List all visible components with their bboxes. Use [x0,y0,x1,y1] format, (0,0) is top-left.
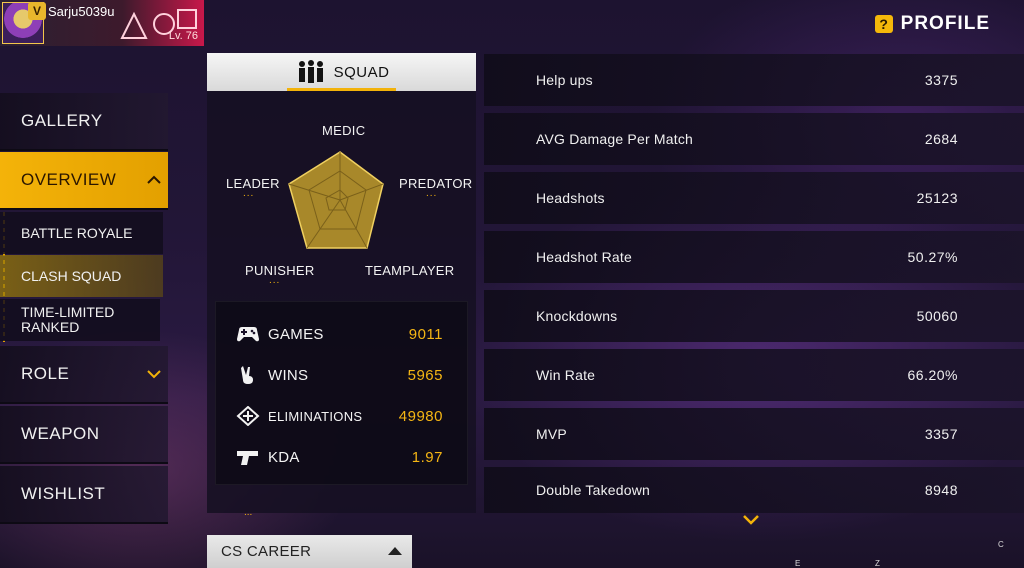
squad-icon [298,60,323,83]
detail-row-mvp: MVP 3357 [484,408,1024,460]
tab-squad[interactable]: SQUAD [207,53,476,91]
cs-career-toggle[interactable]: CS CAREER [207,535,412,568]
player-name: Sarju5039u [48,4,115,19]
radar-label-medic: MEDIC [322,123,366,138]
detail-label: Knockdowns [536,308,618,324]
submenu-item-clash-squad[interactable]: CLASH SQUAD [0,255,163,297]
radar-leader-dots: ... [243,188,255,199]
detail-value: 8948 [924,482,958,498]
corner-letter-e: E [795,559,801,568]
stat-row-games: GAMES 9011 [216,314,469,354]
detail-value: 3357 [924,426,958,442]
sidebar-item-label: GALLERY [21,111,103,130]
help-icon[interactable]: ? [874,15,893,33]
detail-value: 50060 [916,308,958,324]
chevron-up-icon [147,175,161,184]
detail-row-headshot-rate: Headshot Rate 50.27% [484,231,1024,283]
sidebar-item-gallery[interactable]: GALLERY [0,93,168,151]
eliminations-icon [236,406,260,426]
detail-row-knockdowns: Knockdowns 50060 [484,290,1024,342]
player-level: Lv. 76 [168,30,198,42]
pistol-icon [237,451,258,465]
detail-row-win-rate: Win Rate 66.20% [484,349,1024,401]
corner-letter-z: Z [875,559,880,568]
detail-row-avg-damage: AVG Damage Per Match 2684 [484,113,1024,165]
detail-label: Headshot Rate [536,249,632,265]
detail-label: Help ups [536,72,593,88]
detail-label: Win Rate [536,367,596,383]
radar-label-teamplayer: TEAMPLAYER [365,263,455,278]
role-radar-chart [288,151,384,249]
stat-row-wins: WINS 5965 [216,355,469,395]
submenu-item-time-limited-ranked[interactable]: TIME-LIMITED RANKED [0,299,160,341]
squad-panel: SQUAD MEDIC LEADER ... PREDATOR ... PUNI… [207,53,476,513]
radar-pentagon [288,151,384,249]
sidebar-item-role[interactable]: ROLE [0,346,168,404]
submenu-item-label: BATTLE ROYALE [21,224,133,241]
scroll-down-chevron-icon[interactable] [742,514,760,526]
panel-more-dots: ... [244,507,253,518]
stat-row-kda: KDA 1.97 [216,437,469,477]
detail-value: 25123 [916,190,958,206]
chevron-down-icon [147,370,161,379]
sidebar-item-label: WEAPON [21,424,100,443]
detail-value: 3375 [924,72,958,88]
stat-label: WINS [268,366,309,384]
stat-row-eliminations: ELIMINATIONS 49980 [216,396,469,436]
sidebar-item-wishlist[interactable]: WISHLIST [0,466,168,524]
radar-punisher-dots: ... [269,275,281,286]
submenu-item-battle-royale[interactable]: BATTLE ROYALE [0,212,163,254]
detail-value: 66.20% [907,367,958,383]
corner-letter-c: C [998,540,1004,549]
victory-hand-icon [241,366,253,384]
sidebar-item-label: OVERVIEW [21,170,117,189]
submenu-item-label: TIME-LIMITED RANKED [21,304,115,335]
sidebar-item-overview[interactable]: OVERVIEW [0,152,168,210]
detail-value: 50.27% [907,249,958,265]
stat-label: GAMES [268,325,324,343]
stat-value: 5965 [407,366,443,384]
submenu-item-label: CLASH SQUAD [21,267,122,284]
sidebar-item-label: WISHLIST [21,484,106,503]
detail-row-help-ups: Help ups 3375 [484,54,1024,106]
gamepad-icon [237,327,259,342]
stat-label: KDA [268,448,300,466]
detail-row-double-takedown: Double Takedown 8948 [484,467,1024,513]
detail-label: MVP [536,426,567,442]
stat-value: 49980 [398,407,443,425]
radar-predator-dots: ... [426,188,438,199]
triangle-up-icon [388,547,402,555]
stat-label: ELIMINATIONS [268,408,363,424]
detail-label: Double Takedown [536,482,651,498]
rank-badge: V [28,2,46,20]
tab-squad-label: SQUAD [333,63,390,81]
detail-label: Headshots [536,190,605,206]
profile-header: ? PROFILE [874,12,990,36]
stat-value: 1.97 [411,448,443,466]
detail-label: AVG Damage Per Match [536,131,694,147]
cs-career-label: CS CAREER [221,543,312,560]
page-title: PROFILE [900,13,990,34]
player-banner[interactable]: V Sarju5039u Lv. 76 [0,0,204,46]
sidebar-item-label: ROLE [21,364,70,383]
detail-value: 2684 [924,131,958,147]
sidebar-item-weapon[interactable]: WEAPON [0,406,168,464]
stat-value: 9011 [408,325,443,343]
squad-stats: GAMES 9011 WINS 5965 ELIMINATIONS 49980 … [215,301,468,485]
detail-row-headshots: Headshots 25123 [484,172,1024,224]
